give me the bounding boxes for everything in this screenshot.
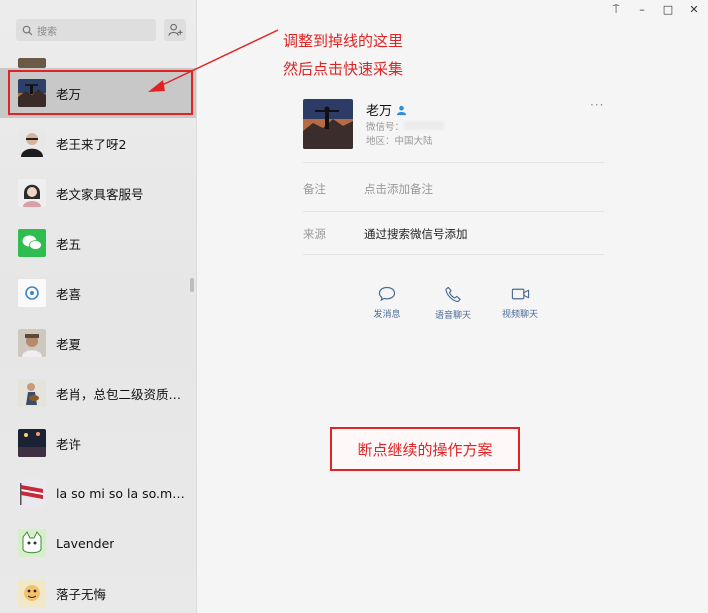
annotation-box: 断点继续的操作方案	[330, 427, 520, 471]
annotation-arrow	[148, 29, 279, 92]
annotation-box-text: 断点继续的操作方案	[357, 440, 493, 459]
